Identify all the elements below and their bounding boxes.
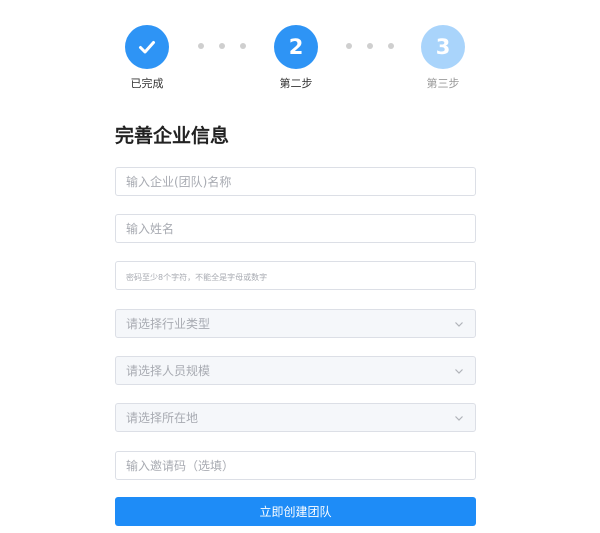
password-field-wrapper <box>115 261 476 290</box>
step-connector-dots <box>346 43 394 49</box>
location-select[interactable]: 请选择所在地 <box>115 403 476 432</box>
staff-size-select-placeholder: 请选择人员规模 <box>126 364 211 378</box>
invite-code-field-wrapper <box>115 451 476 480</box>
location-select-placeholder: 请选择所在地 <box>126 411 199 425</box>
create-team-button[interactable]: 立即创建团队 <box>115 497 476 526</box>
staff-size-select[interactable]: 请选择人员规模 <box>115 356 476 385</box>
dot <box>367 43 373 49</box>
check-icon <box>139 41 155 54</box>
step-done-label: 已完成 <box>130 77 164 90</box>
company-name-input[interactable] <box>116 168 475 195</box>
dot <box>346 43 352 49</box>
step-pending-label: 第三步 <box>426 77 460 90</box>
dot <box>240 43 246 49</box>
step-done: 已完成 <box>107 25 187 91</box>
chevron-down-icon <box>453 365 465 377</box>
password-input[interactable] <box>116 262 475 289</box>
signup-page: 已完成 2 第二步 3 第三步 完善企业信息 请选择行业类型 请选择人员规模 <box>0 0 600 533</box>
step-connector-dots <box>198 43 246 49</box>
page-title: 完善企业信息 <box>115 125 230 147</box>
dot <box>219 43 225 49</box>
step-active-label: 第二步 <box>279 77 313 90</box>
step-pending-number: 3 <box>421 25 465 69</box>
step-done-circle <box>125 25 169 69</box>
chevron-down-icon <box>453 412 465 424</box>
industry-select-placeholder: 请选择行业类型 <box>126 317 211 331</box>
invite-code-input[interactable] <box>116 452 475 479</box>
industry-select[interactable]: 请选择行业类型 <box>115 309 476 338</box>
step-active-number: 2 <box>274 25 318 69</box>
dot <box>198 43 204 49</box>
step-pending: 3 第三步 <box>403 25 483 91</box>
full-name-input[interactable] <box>116 215 475 242</box>
chevron-down-icon <box>453 318 465 330</box>
dot <box>388 43 394 49</box>
company-name-field-wrapper <box>115 167 476 196</box>
step-active: 2 第二步 <box>256 25 336 91</box>
full-name-field-wrapper <box>115 214 476 243</box>
